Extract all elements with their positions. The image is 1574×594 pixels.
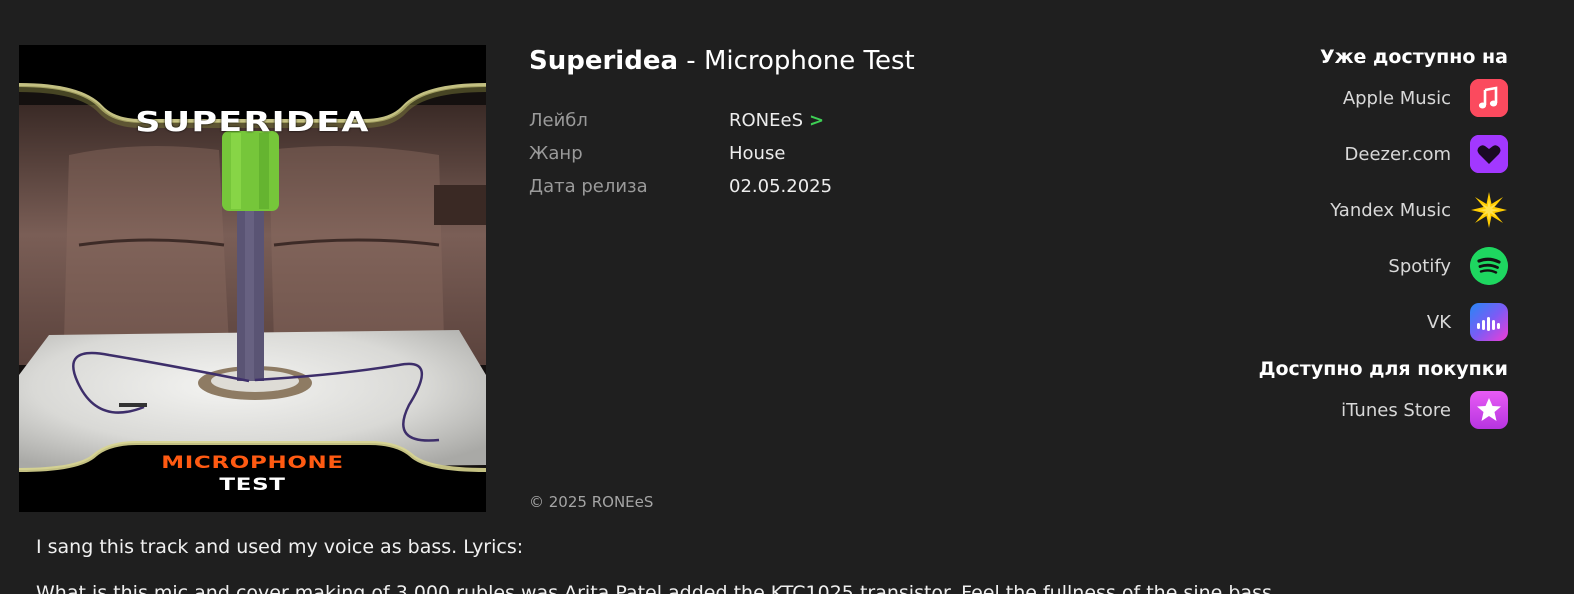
release-page: SUPERIDEA MICROPHONE TEST Superidea - Mi… [0, 0, 1574, 594]
title-separator: - [678, 46, 704, 76]
platform-name: VK [1426, 311, 1451, 333]
label-link[interactable]: RONEeS [729, 110, 803, 131]
platforms-panel: Уже доступно на Apple Music Deezer.com Y… [1148, 44, 1508, 438]
available-heading: Уже доступно на [1320, 46, 1508, 68]
meta-value-genre: House [729, 143, 786, 164]
copyright-text: © 2025 RONEeS [529, 493, 654, 511]
platform-name: Yandex Music [1330, 199, 1451, 221]
itunes-store-icon [1470, 391, 1508, 429]
platform-vk[interactable]: VK [1148, 294, 1508, 350]
cover-subtitle-line2: TEST [219, 475, 286, 495]
platform-name: iTunes Store [1341, 399, 1451, 421]
platform-yandex-music[interactable]: Yandex Music [1148, 182, 1508, 238]
release-meta: Лейбл RONEeS > Жанр House Дата релиза 02.… [529, 104, 832, 203]
description-line-1: I sang this track and used my voice as b… [36, 536, 524, 558]
platform-spotify[interactable]: Spotify [1148, 238, 1508, 294]
artist-name[interactable]: Superidea [529, 46, 678, 76]
meta-row-genre: Жанр House [529, 137, 832, 170]
platform-name: Apple Music [1342, 87, 1451, 109]
meta-value-release-date: 02.05.2025 [729, 176, 833, 197]
cover-subtitle-line1: MICROPHONE [161, 453, 344, 473]
meta-row-label: Лейбл RONEeS > [529, 104, 832, 137]
cover-title-text: SUPERIDEA [135, 105, 370, 138]
yandex-music-icon [1470, 191, 1508, 229]
platform-name: Deezer.com [1344, 143, 1451, 165]
purchase-group: Доступно для покупки iTunes Store [1148, 356, 1508, 438]
platform-deezer[interactable]: Deezer.com [1148, 126, 1508, 182]
label-arrow-icon[interactable]: > [809, 110, 824, 131]
spotify-icon [1470, 247, 1508, 285]
meta-value-label: RONEeS > [729, 104, 824, 137]
platform-name: Spotify [1388, 255, 1451, 277]
album-cover[interactable]: SUPERIDEA MICROPHONE TEST [19, 45, 486, 512]
purchase-heading: Доступно для покупки [1258, 358, 1508, 380]
description-line-2: What is this mic and cover making of 3,0… [36, 582, 1272, 594]
meta-key-label: Лейбл [529, 110, 588, 131]
meta-row-date: Дата релиза 02.05.2025 [529, 170, 832, 203]
deezer-icon [1470, 135, 1508, 173]
track-name: Microphone Test [703, 46, 915, 76]
platform-itunes-store[interactable]: iTunes Store [1148, 382, 1508, 438]
meta-key-genre: Жанр [529, 143, 583, 164]
platform-apple-music[interactable]: Apple Music [1148, 70, 1508, 126]
vk-music-icon [1470, 303, 1508, 341]
apple-music-icon [1470, 79, 1508, 117]
release-title: Superidea - Microphone Test [529, 46, 915, 76]
meta-key-release-date: Дата релиза [529, 176, 648, 197]
